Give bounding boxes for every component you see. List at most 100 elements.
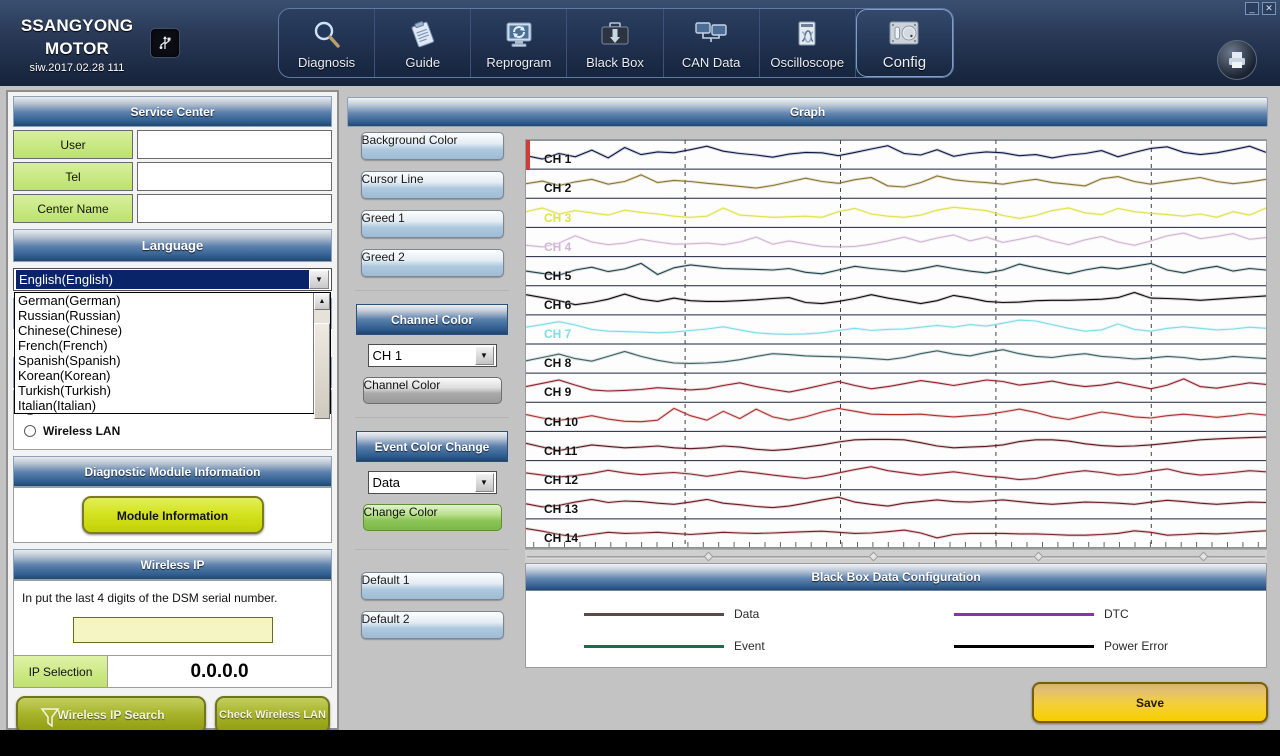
language-option[interactable]: French(French) — [15, 338, 313, 353]
save-button[interactable]: Save — [1032, 682, 1268, 723]
funnel-icon — [40, 708, 60, 728]
greed-2-button[interactable]: Greed 2 — [360, 249, 504, 277]
module-info-header: Diagnostic Module Information — [13, 456, 332, 487]
legend-label: Data — [734, 607, 760, 621]
magnifier-icon — [311, 17, 343, 51]
module-info-body: Module Information — [13, 487, 332, 543]
knob-panel-icon — [886, 16, 922, 50]
language-select[interactable]: English(English) ▼ German(German) Russia… — [13, 268, 332, 419]
slider-notch[interactable] — [1198, 551, 1209, 562]
wireless-action-buttons: Wireless IP Search Check Wireless LAN — [13, 696, 332, 734]
channel-color-button[interactable]: Channel Color — [362, 377, 502, 404]
language-option[interactable]: Italian(Italian) — [15, 398, 313, 413]
language-option[interactable]: Chinese(Chinese) — [15, 323, 313, 338]
wireless-ip-note: In put the last 4 digits of the DSM seri… — [22, 591, 278, 605]
close-button[interactable]: ✕ — [1262, 2, 1276, 15]
service-center-header: Service Center — [13, 96, 332, 127]
cursor-line[interactable] — [526, 140, 530, 170]
event-type-select[interactable]: Data ▼ — [367, 471, 497, 494]
nav-item-guide[interactable]: Guide — [375, 9, 472, 77]
chevron-down-icon[interactable]: ▼ — [309, 270, 329, 289]
language-selected-value: English(English) — [16, 270, 309, 289]
legend-label: Power Error — [1104, 639, 1169, 653]
default-1-button[interactable]: Default 1 — [360, 572, 504, 600]
nav-item-black-box[interactable]: Black Box — [567, 9, 664, 77]
nav-item-config[interactable]: Config — [855, 9, 953, 77]
two-monitors-icon — [694, 17, 728, 51]
channel-label: CH 11 — [544, 443, 578, 458]
brand-line-1: SSANGYONG — [20, 16, 134, 35]
app-root: SSANGYONG MOTOR siw.2017.02.28 111 Diagn… — [0, 0, 1280, 756]
graph-plot-area[interactable]: CH 1 CH 2 CH 3 CH 4 CH 5 CH 6 CH 7 CH 8 CH 9 CH 1… — [525, 139, 1267, 549]
document-icon — [407, 17, 439, 51]
change-color-button[interactable]: Change Color — [362, 504, 502, 531]
module-information-button[interactable]: Module Information — [81, 496, 264, 534]
nav-item-diagnosis[interactable]: Diagnosis — [279, 9, 376, 77]
language-option[interactable]: German(German) — [15, 293, 313, 308]
chevron-down-icon[interactable]: ▼ — [474, 346, 494, 365]
check-wireless-lan-button[interactable]: Check Wireless LAN — [215, 696, 330, 734]
slider-notch[interactable] — [1033, 551, 1044, 562]
scroll-up-icon[interactable]: ▲ — [314, 293, 330, 310]
oscilloscope-icon — [791, 17, 823, 51]
legend-color-swatch — [584, 644, 724, 648]
nav-item-can-data[interactable]: CAN Data — [664, 9, 760, 77]
legend-item-event: Event — [526, 639, 896, 653]
wireless-ip-body: In put the last 4 digits of the DSM seri… — [13, 580, 332, 656]
cursor-line-button[interactable]: Cursor Line — [360, 171, 504, 199]
ip-selection-button[interactable]: IP Selection — [14, 656, 108, 687]
ip-address-value: 0.0.0.0 — [190, 660, 249, 682]
channel-label: CH 2 — [544, 181, 572, 196]
divider — [355, 417, 509, 418]
slider-notch[interactable] — [703, 551, 714, 562]
tel-input[interactable] — [137, 162, 332, 191]
channel-label: CH 8 — [544, 356, 572, 371]
printer-icon[interactable] — [1217, 40, 1257, 80]
nav-label: Black Box — [586, 54, 644, 70]
radio-label: Wireless LAN — [43, 424, 121, 438]
user-input[interactable] — [137, 130, 332, 159]
language-option[interactable]: Turkish(Turkish) — [15, 383, 313, 398]
channel-select[interactable]: CH 1 ▼ — [367, 344, 497, 367]
center-name-input[interactable] — [137, 194, 332, 223]
event-selected-value: Data — [372, 475, 400, 490]
channel-label: CH 1 — [544, 152, 572, 167]
scrollbar-track[interactable] — [314, 310, 330, 419]
legend-color-swatch — [954, 612, 1094, 616]
radio-wireless-lan[interactable]: Wireless LAN — [24, 420, 321, 442]
main-nav: Diagnosis Guide Reprogram Black Box CAN … — [278, 8, 954, 78]
background-color-button[interactable]: Background Color — [360, 132, 504, 160]
greed-1-button[interactable]: Greed 1 — [360, 210, 504, 238]
default-2-button[interactable]: Default 2 — [360, 611, 504, 639]
channel-selected-value: CH 1 — [372, 348, 403, 363]
language-dropdown-list[interactable]: German(German) Russian(Russian) Chinese(… — [14, 292, 331, 419]
chevron-down-icon[interactable]: ▼ — [474, 473, 494, 492]
dropdown-scrollbar[interactable]: ▲ ▼ — [313, 293, 330, 419]
scrollbar-thumb[interactable] — [314, 323, 330, 419]
channel-label: CH 3 — [544, 210, 572, 225]
minimize-button[interactable]: _ — [1245, 2, 1259, 15]
wireless-ip-search-button[interactable]: Wireless IP Search — [16, 696, 206, 734]
nav-item-reprogram[interactable]: Reprogram — [471, 9, 568, 77]
slider-track[interactable] — [527, 556, 1265, 559]
language-option[interactable]: Korean(Korean) — [15, 368, 313, 383]
brand-logo: SSANGYONG MOTOR siw.2017.02.28 111 — [12, 14, 142, 74]
language-option[interactable]: Russian(Russian) — [15, 308, 313, 323]
slider-notch[interactable] — [868, 551, 879, 562]
service-center-row-tel: Tel — [13, 162, 332, 191]
user-label: User — [13, 130, 133, 159]
graph-controls-column: Background Color Cursor Line Greed 1 Gre… — [347, 132, 517, 639]
legend-item-power-error: Power Error — [896, 639, 1266, 653]
usb-status-icon — [150, 28, 180, 58]
graph-horizontal-slider[interactable] — [525, 549, 1267, 563]
event-color-change-header: Event Color Change — [356, 431, 508, 462]
nav-label: Diagnosis — [298, 54, 356, 70]
channel-label: CH 14 — [544, 531, 579, 546]
monitor-sync-icon — [503, 17, 535, 51]
language-option[interactable]: Spanish(Spanish) — [15, 353, 313, 368]
dsm-serial-input[interactable] — [72, 617, 273, 643]
nav-item-oscilloscope[interactable]: Oscilloscope — [760, 9, 856, 77]
legend-item-dtc: DTC — [896, 607, 1266, 621]
window-controls: _ ✕ — [1245, 2, 1276, 15]
channel-label: CH 7 — [544, 327, 572, 342]
